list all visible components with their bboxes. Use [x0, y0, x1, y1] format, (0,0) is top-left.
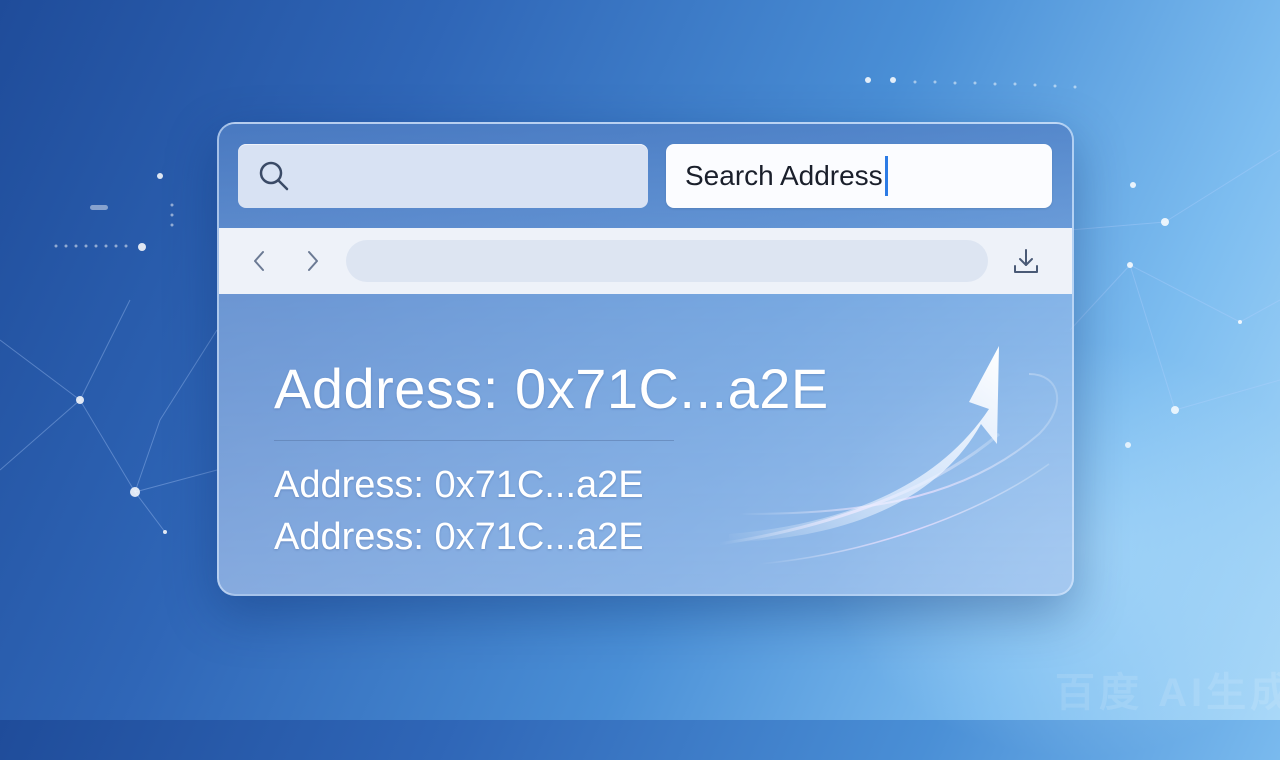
download-button[interactable] — [1009, 244, 1043, 278]
search-box-left[interactable] — [238, 144, 648, 208]
watermark-logo: 百度 AI生成 — [1055, 671, 1280, 715]
search-address-input[interactable]: Search Address — [666, 144, 1052, 208]
text-caret — [884, 156, 888, 196]
download-icon — [1014, 249, 1038, 273]
browser-window: Search Address Address: 0x71C...a2E Addr… — [217, 122, 1074, 596]
chevron-left-icon — [254, 251, 264, 271]
browser-toolbar — [219, 228, 1072, 294]
address-line: Address: 0x71C...a2E — [274, 516, 644, 558]
content-panel: Address: 0x71C...a2E Address: 0x71C...a2… — [219, 294, 1072, 594]
divider — [274, 440, 674, 441]
search-icon — [259, 161, 289, 191]
forward-button[interactable] — [298, 246, 328, 276]
address-heading: Address: 0x71C...a2E — [274, 357, 829, 420]
address-line: Address: 0x71C...a2E — [274, 464, 644, 506]
address-bar[interactable] — [346, 240, 988, 282]
back-button[interactable] — [244, 246, 274, 276]
search-input-value[interactable]: Search Address — [685, 160, 883, 192]
trending-up-arrow-icon — [718, 346, 1058, 565]
search-bar-area: Search Address — [219, 124, 1072, 228]
chevron-right-icon — [308, 251, 318, 271]
